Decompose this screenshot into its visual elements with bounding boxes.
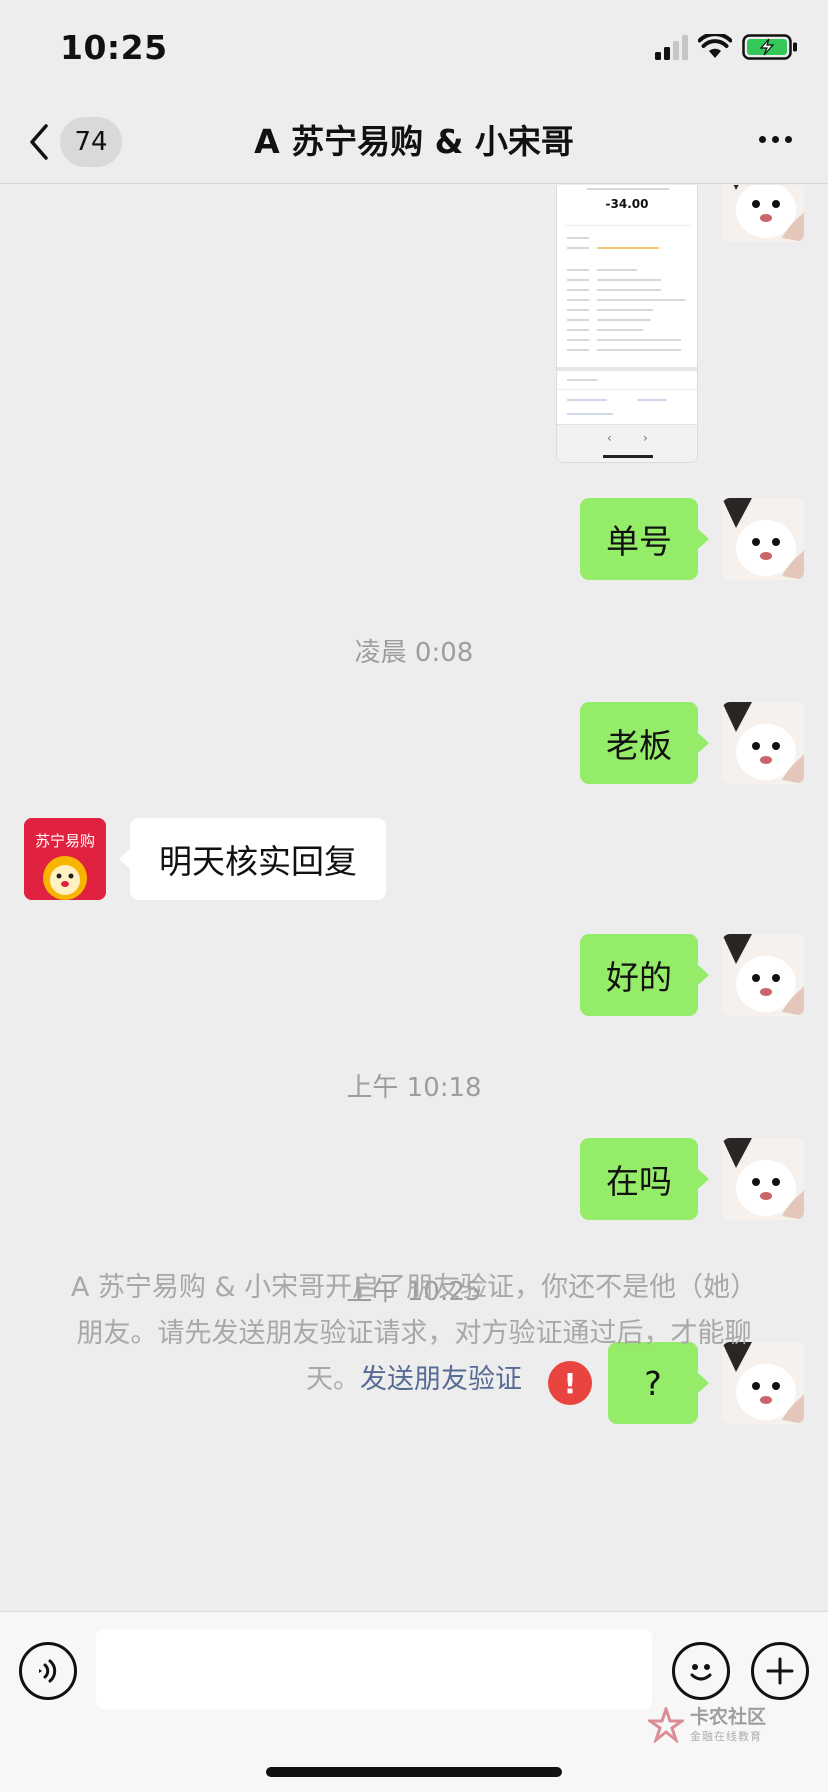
my-avatar[interactable] xyxy=(722,185,804,242)
emoji-button[interactable] xyxy=(672,1642,730,1700)
status-time: 10:25 xyxy=(60,28,168,67)
input-bar: 卡农社区 金融在线教育 xyxy=(0,1611,828,1792)
my-avatar[interactable] xyxy=(722,702,804,784)
message-bubble-outgoing[interactable]: 老板 xyxy=(580,702,709,784)
cellular-signal-icon xyxy=(655,34,688,60)
watermark-subtitle: 金融在线教育 xyxy=(690,1730,762,1743)
send-verification-link[interactable]: 发送朋友验证 xyxy=(360,1364,522,1395)
unread-count-badge: 74 xyxy=(60,117,122,167)
shared-image-amount: -34.00 xyxy=(605,197,649,211)
message-timestamp: 凌晨 0:08 xyxy=(354,638,474,668)
more-options-button[interactable] xyxy=(759,136,792,143)
message-bubble-outgoing[interactable]: 单号 xyxy=(580,498,709,580)
message-timestamp: 上午 10:18 xyxy=(346,1073,482,1103)
more-functions-button[interactable] xyxy=(751,1642,809,1700)
my-avatar[interactable] xyxy=(722,934,804,1016)
back-button[interactable]: 74 xyxy=(24,114,122,170)
voice-button[interactable] xyxy=(19,1642,77,1700)
my-avatar[interactable] xyxy=(722,498,804,580)
message-bubble-outgoing[interactable]: 好的 xyxy=(580,934,709,1016)
plus-icon xyxy=(766,1657,794,1685)
wifi-icon xyxy=(698,34,732,58)
shop-logo-text: 苏宁易购 xyxy=(35,832,95,850)
watermark-title: 卡农社区 xyxy=(690,1706,767,1728)
message-bubble-incoming[interactable]: 明天核实回复 xyxy=(119,818,386,900)
home-indicator xyxy=(266,1767,562,1777)
my-avatar[interactable] xyxy=(722,1138,804,1220)
shared-image-message[interactable]: -34.00 ‹ › xyxy=(556,185,698,463)
chat-title: A 苏宁易购 & 小宋哥 xyxy=(254,122,574,161)
watermark-logo-icon xyxy=(648,1707,684,1743)
contact-avatar[interactable]: 苏宁易购 xyxy=(24,818,106,900)
friend-verification-notice: A 苏宁易购 & 小宋哥开启了朋友验证，你还不是他（她）朋友。请先发送朋友验证请… xyxy=(58,1265,770,1403)
status-icons xyxy=(655,34,798,60)
chat-header: 74 A 苏宁易购 & 小宋哥 xyxy=(0,100,828,184)
emoji-icon xyxy=(690,1664,712,1681)
chevron-left-icon xyxy=(30,124,48,160)
message-bubble-outgoing[interactable]: 在吗 xyxy=(580,1138,709,1220)
watermark: 卡农社区 金融在线教育 xyxy=(648,1706,766,1744)
status-bar: 10:25 xyxy=(0,0,828,100)
message-input[interactable] xyxy=(96,1629,652,1709)
battery-charging-icon xyxy=(742,34,797,60)
voice-icon xyxy=(39,1659,57,1683)
